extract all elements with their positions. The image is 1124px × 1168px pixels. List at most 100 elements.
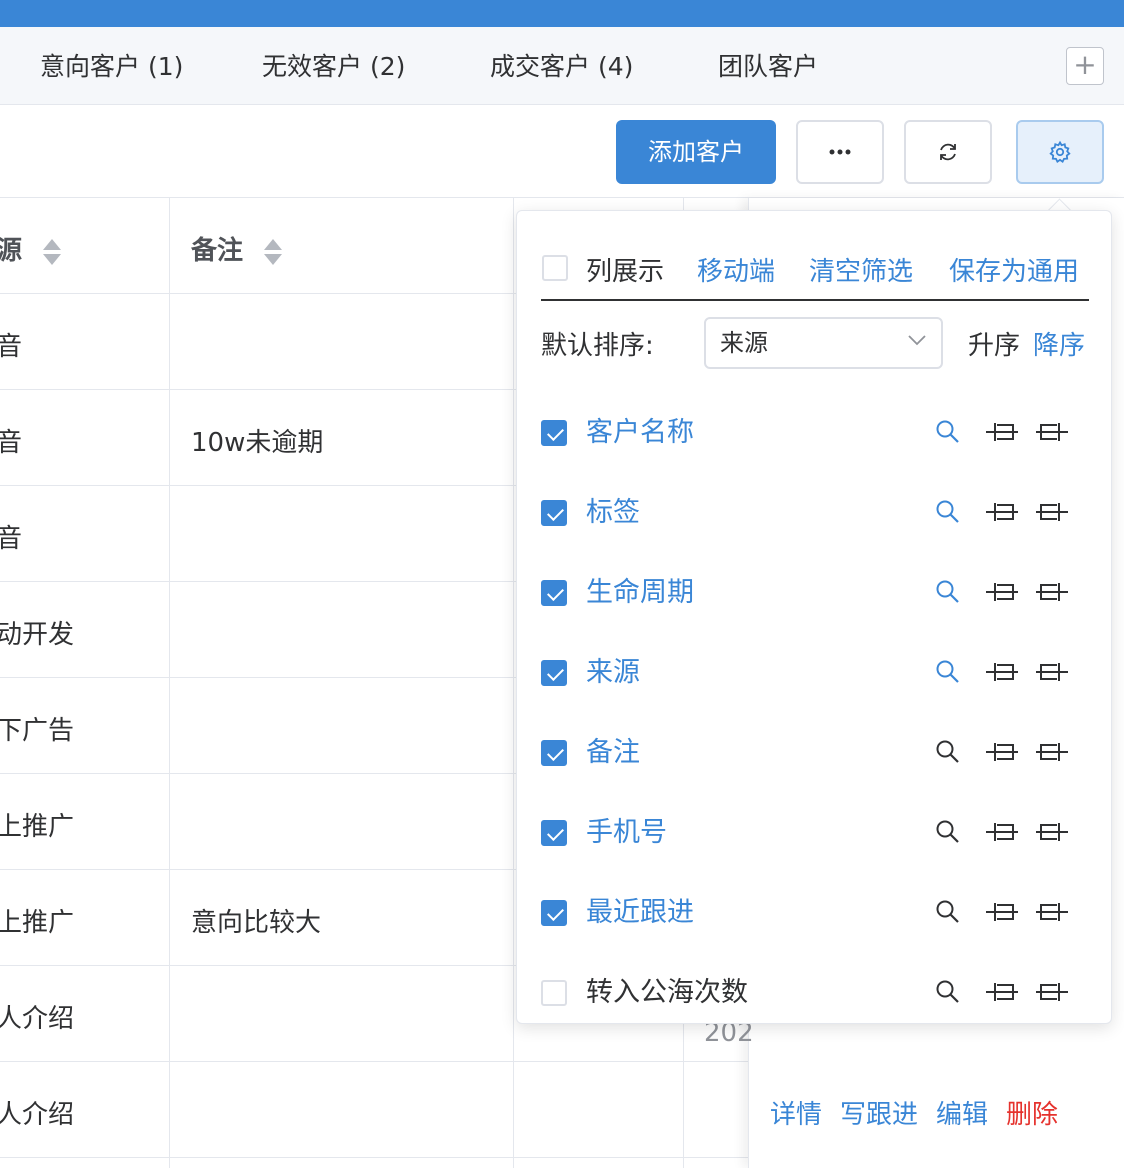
pin-right-icon[interactable] <box>1035 899 1069 925</box>
settings-button[interactable] <box>1016 120 1104 184</box>
search-icon[interactable] <box>935 499 961 525</box>
toolbar: 添加客户 <box>0 105 1124 197</box>
tab-closed-customers[interactable]: 成交客户 (4) <box>490 27 633 105</box>
pin-left-icon[interactable] <box>985 499 1019 525</box>
column-label: 备注 <box>586 737 640 768</box>
column-item[interactable]: 生命周期 <box>541 573 1089 613</box>
cell-source: 人介绍 <box>0 1100 75 1130</box>
pin-left-icon[interactable] <box>985 739 1019 765</box>
column-item[interactable]: 来源 <box>541 653 1089 693</box>
cell-remark: 10w未逾期 <box>191 428 324 458</box>
pin-left-icon[interactable] <box>985 979 1019 1005</box>
delete-link[interactable]: 删除 <box>1006 1100 1058 1130</box>
save-common-link[interactable]: 保存为通用 <box>949 251 1079 288</box>
detail-link[interactable]: 详情 <box>770 1100 822 1130</box>
column-checkbox[interactable] <box>541 980 567 1006</box>
customer-tabs: 意向客户 (1) 无效客户 (2) 成交客户 (4) 团队客户 + <box>0 27 1124 105</box>
column-checkbox[interactable] <box>541 740 567 766</box>
header-source-label: 源 <box>0 236 23 266</box>
search-icon[interactable] <box>935 659 961 685</box>
sort-desc-option[interactable]: 降序 <box>1033 325 1085 362</box>
sort-icon[interactable] <box>41 237 63 267</box>
column-display-label: 列展示 <box>586 257 665 287</box>
write-follow-link[interactable]: 写跟进 <box>840 1100 918 1130</box>
column-item[interactable]: 转入公海次数 <box>541 973 1089 1013</box>
column-label: 标签 <box>586 497 640 528</box>
cell-source: 音 <box>0 332 23 362</box>
mobile-link[interactable]: 移动端 <box>697 251 775 288</box>
cell-source: 上推广 <box>0 908 75 938</box>
sort-asc-option[interactable]: 升序 <box>968 325 1020 362</box>
pin-left-icon[interactable] <box>985 579 1019 605</box>
cell-source: 动开发 <box>0 620 75 650</box>
column-label: 生命周期 <box>586 577 694 608</box>
clear-filter-link[interactable]: 清空筛选 <box>809 251 913 288</box>
cell-source: 音 <box>0 524 23 554</box>
more-button[interactable] <box>796 120 884 184</box>
search-icon[interactable] <box>935 979 961 1005</box>
pin-left-icon[interactable] <box>985 899 1019 925</box>
search-icon[interactable] <box>935 819 961 845</box>
pin-right-icon[interactable] <box>1035 579 1069 605</box>
search-icon[interactable] <box>935 579 961 605</box>
column-display-checkbox[interactable] <box>542 255 568 281</box>
tab-intent-customers[interactable]: 意向客户 (1) <box>40 27 183 105</box>
column-checkbox[interactable] <box>541 820 567 846</box>
add-tab-button[interactable]: + <box>1066 47 1104 85</box>
pin-right-icon[interactable] <box>1035 499 1069 525</box>
pin-left-icon[interactable] <box>985 819 1019 845</box>
cell-source: 上推广 <box>0 812 75 842</box>
pin-right-icon[interactable] <box>1035 419 1069 445</box>
refresh-button[interactable] <box>904 120 992 184</box>
search-icon[interactable] <box>935 419 961 445</box>
column-divider <box>513 198 514 1168</box>
pin-left-icon[interactable] <box>985 659 1019 685</box>
column-label: 手机号 <box>586 817 667 848</box>
column-checkbox[interactable] <box>541 420 567 446</box>
pin-left-icon[interactable] <box>985 419 1019 445</box>
column-divider <box>169 198 170 1168</box>
column-item[interactable]: 客户名称 <box>541 413 1089 453</box>
sort-field-value: 来源 <box>720 329 768 357</box>
column-item[interactable]: 最近跟进 <box>541 893 1089 933</box>
column-label: 客户名称 <box>586 417 694 448</box>
tab-team-customers[interactable]: 团队客户 <box>718 27 818 105</box>
column-item[interactable]: 标签 <box>541 493 1089 533</box>
column-checkbox[interactable] <box>541 660 567 686</box>
header-source[interactable]: 源 <box>0 230 63 267</box>
popover-header: 列展示 移动端 清空筛选 保存为通用 <box>541 247 1089 301</box>
column-item[interactable]: 备注 <box>541 733 1089 773</box>
column-checkbox[interactable] <box>541 500 567 526</box>
tab-invalid-customers[interactable]: 无效客户 (2) <box>262 27 405 105</box>
column-label: 最近跟进 <box>586 897 694 928</box>
column-item[interactable]: 手机号 <box>541 813 1089 853</box>
column-label: 来源 <box>586 657 640 688</box>
top-header-bar <box>0 0 1124 27</box>
row-actions: 详情 写跟进 编辑 删除 <box>770 1094 1076 1131</box>
header-remark-label: 备注 <box>191 236 244 266</box>
pin-right-icon[interactable] <box>1035 739 1069 765</box>
column-label: 转入公海次数 <box>586 977 748 1008</box>
column-checkbox[interactable] <box>541 580 567 606</box>
chevron-down-icon <box>908 335 926 346</box>
cell-source: 人介绍 <box>0 1004 75 1034</box>
gear-icon <box>1049 140 1071 164</box>
column-settings-popover: 列展示 移动端 清空筛选 保存为通用 默认排序: 来源 升序 降序 客户名称 标… <box>516 210 1112 1024</box>
ellipsis-icon <box>829 149 851 155</box>
column-checkbox[interactable] <box>541 900 567 926</box>
refresh-icon <box>940 143 956 161</box>
cell-source: 音 <box>0 428 23 458</box>
sort-field-select[interactable]: 来源 <box>704 317 943 369</box>
header-remark[interactable]: 备注 <box>191 230 284 267</box>
default-sort-label: 默认排序: <box>541 331 654 361</box>
edit-link[interactable]: 编辑 <box>936 1100 988 1130</box>
pin-right-icon[interactable] <box>1035 979 1069 1005</box>
add-customer-button[interactable]: 添加客户 <box>616 120 776 184</box>
search-icon[interactable] <box>935 739 961 765</box>
sort-icon[interactable] <box>262 237 284 267</box>
cell-remark: 意向比较大 <box>191 908 322 938</box>
pin-right-icon[interactable] <box>1035 659 1069 685</box>
cell-source: 下广告 <box>0 716 75 746</box>
pin-right-icon[interactable] <box>1035 819 1069 845</box>
search-icon[interactable] <box>935 899 961 925</box>
